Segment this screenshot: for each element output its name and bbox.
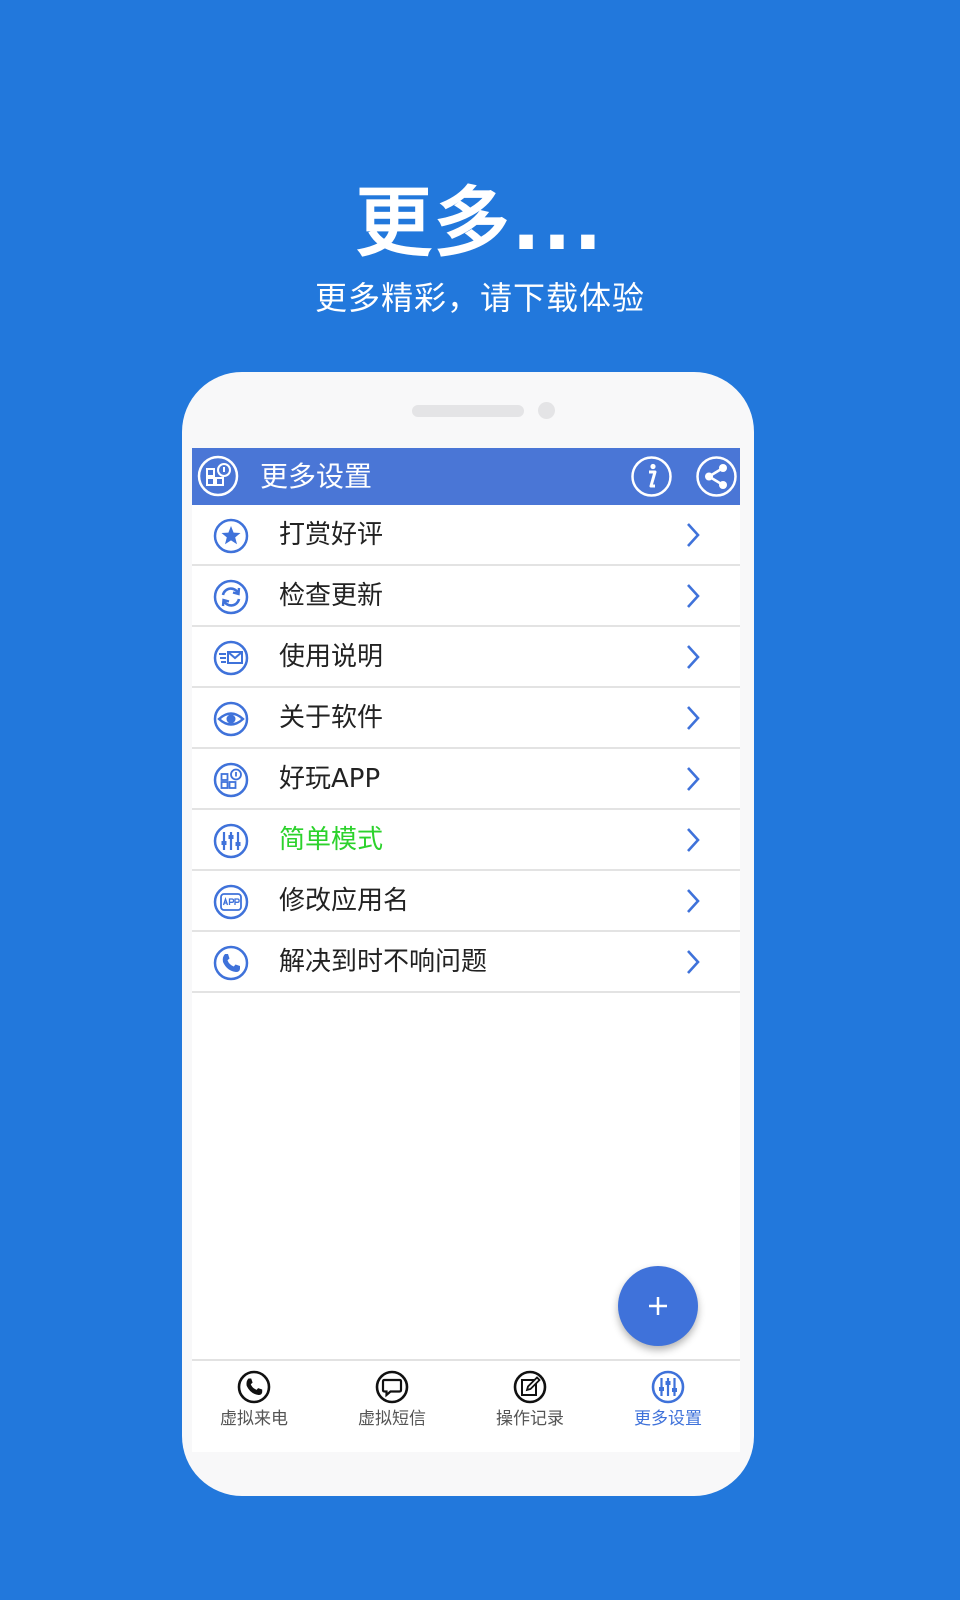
- star-icon: [213, 518, 249, 554]
- plus-icon: [649, 1297, 667, 1315]
- tab-label: 更多设置: [634, 1409, 702, 1429]
- mail-icon: [213, 640, 249, 676]
- sliders-icon: [213, 823, 249, 859]
- menu-item-label: 检查更新: [279, 581, 384, 611]
- chevron-right-icon: [687, 645, 700, 669]
- chevron-right-icon: [687, 523, 700, 547]
- menu-item-about[interactable]: 关于软件: [192, 688, 740, 749]
- app-grid-icon[interactable]: [195, 453, 241, 499]
- tab-more-settings[interactable]: 更多设置: [608, 1369, 728, 1439]
- app-grid-icon: [213, 762, 249, 798]
- menu-item-instructions[interactable]: 使用说明: [192, 627, 740, 688]
- add-fab-button[interactable]: [618, 1266, 698, 1346]
- menu-item-label: 修改应用名: [279, 886, 410, 916]
- tab-operation-log[interactable]: 操作记录: [470, 1369, 590, 1439]
- chevron-right-icon: [687, 950, 700, 974]
- menu-item-rate[interactable]: 打赏好评: [192, 505, 740, 566]
- message-icon: [375, 1370, 409, 1404]
- menu-item-label: 好玩APP: [279, 764, 381, 794]
- page-title: 更多设置: [260, 460, 373, 493]
- bottom-tab-bar: 虚拟来电 虚拟短信 操作记录 更多设置: [192, 1359, 740, 1452]
- tab-virtual-sms[interactable]: 虚拟短信: [332, 1369, 452, 1439]
- app-bar: 更多设置: [192, 448, 740, 505]
- phone-speaker: [412, 405, 524, 417]
- app-label-icon: [213, 884, 249, 920]
- phone-icon: [237, 1370, 271, 1404]
- chevron-right-icon: [687, 828, 700, 852]
- chevron-right-icon: [687, 706, 700, 730]
- refresh-icon: [213, 579, 249, 615]
- eye-icon: [213, 701, 249, 737]
- phone-frame: 更多设置 打赏好评 检查更新 使用说明 关于软件 好玩APP 简单模式 修改应用…: [182, 372, 754, 1496]
- tab-label: 虚拟来电: [220, 1409, 288, 1429]
- menu-item-label: 关于软件: [279, 703, 384, 733]
- menu-item-label: 简单模式: [279, 825, 384, 855]
- chevron-right-icon: [687, 584, 700, 608]
- menu-item-simple-mode[interactable]: 简单模式: [192, 810, 740, 871]
- tab-label: 操作记录: [496, 1409, 564, 1429]
- sliders-icon: [651, 1370, 685, 1404]
- menu-item-label: 解决到时不响问题: [279, 947, 488, 977]
- menu-item-rename-app[interactable]: 修改应用名: [192, 871, 740, 932]
- menu-item-check-update[interactable]: 检查更新: [192, 566, 740, 627]
- tab-label: 虚拟短信: [358, 1409, 426, 1429]
- menu-item-label: 打赏好评: [279, 520, 384, 550]
- app-screen: 更多设置 打赏好评 检查更新 使用说明 关于软件 好玩APP 简单模式 修改应用…: [192, 448, 740, 1452]
- menu-item-label: 使用说明: [279, 642, 384, 672]
- chevron-right-icon: [687, 889, 700, 913]
- tab-virtual-call[interactable]: 虚拟来电: [194, 1369, 314, 1439]
- promo-subtitle: 更多精彩，请下载体验: [314, 279, 645, 317]
- phone-icon: [213, 945, 249, 981]
- share-icon[interactable]: [694, 454, 739, 499]
- chevron-right-icon: [687, 767, 700, 791]
- promo-title: 更多...: [355, 178, 605, 267]
- settings-menu: 打赏好评 检查更新 使用说明 关于软件 好玩APP 简单模式 修改应用名 解决到…: [192, 505, 740, 993]
- edit-icon: [513, 1370, 547, 1404]
- menu-item-fun-apps[interactable]: 好玩APP: [192, 749, 740, 810]
- info-icon[interactable]: [629, 454, 674, 499]
- phone-sensor: [538, 402, 555, 419]
- menu-item-fix-no-ring[interactable]: 解决到时不响问题: [192, 932, 740, 993]
